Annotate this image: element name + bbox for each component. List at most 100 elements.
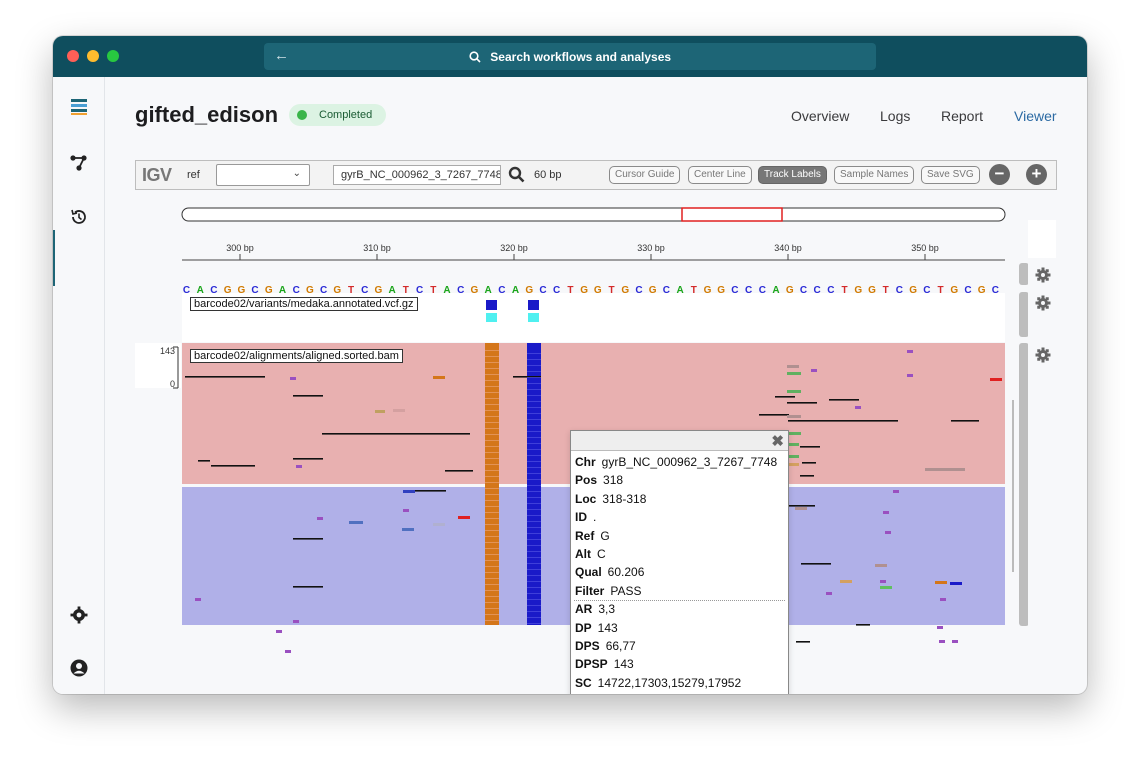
variant-marker[interactable] xyxy=(486,300,497,310)
read-stripe xyxy=(527,395,541,396)
read-mismatch xyxy=(403,490,415,493)
read-stripe xyxy=(527,365,541,366)
gear-icon[interactable] xyxy=(1035,347,1051,363)
genome-select[interactable]: ⌄ xyxy=(216,164,310,186)
read-segment xyxy=(796,641,810,643)
popup-value: 60.206 xyxy=(607,565,645,580)
tab-viewer[interactable]: Viewer xyxy=(1014,108,1057,124)
popup-key: SC xyxy=(575,675,592,690)
zoom-in-button[interactable]: + xyxy=(1026,164,1047,185)
gear-icon[interactable] xyxy=(1035,267,1051,283)
read-stripe xyxy=(527,371,541,372)
popup-row-dps: DPS 66,77 xyxy=(575,639,636,653)
popup-row-filter: Filter PASS xyxy=(575,584,641,598)
save-svg-button[interactable]: Save SVG xyxy=(921,166,980,184)
read-stripe xyxy=(485,446,499,447)
settings-gear-icon[interactable] xyxy=(69,605,89,625)
variant-genotype[interactable] xyxy=(528,313,539,322)
read-mismatch xyxy=(433,376,445,379)
read-stripe xyxy=(485,488,499,489)
igv-toolbar: IGV ref ⌄ gyrB_NC_000962_3_7267_7748 60 … xyxy=(135,160,1057,190)
minimize-window-button[interactable] xyxy=(87,50,99,62)
popup-value: G xyxy=(600,528,610,543)
read-segment xyxy=(185,376,265,378)
read-stripe xyxy=(485,584,499,585)
read-mismatch xyxy=(375,410,385,413)
read-stripe xyxy=(485,374,499,375)
gear-icon[interactable] xyxy=(1035,295,1051,311)
read-stripe xyxy=(527,437,541,438)
locus-input[interactable]: gyrB_NC_000962_3_7267_7748 xyxy=(333,165,501,185)
read-stripe xyxy=(527,509,541,510)
user-account-icon[interactable] xyxy=(69,658,89,678)
read-segment xyxy=(801,563,831,565)
variant-marker[interactable] xyxy=(528,300,539,310)
read-stripe xyxy=(485,368,499,369)
sidebar xyxy=(53,77,105,694)
ruler-tick-label: 310 bp xyxy=(363,243,391,253)
read-mismatch xyxy=(907,374,913,377)
chromosome-ideogram[interactable] xyxy=(181,207,1006,222)
read-mismatch xyxy=(925,468,965,471)
read-stripe xyxy=(527,353,541,354)
cursor-guide-button[interactable]: Cursor Guide xyxy=(609,166,681,184)
read-mismatch xyxy=(349,521,363,524)
search-bar[interactable]: ← Search workflows and analyses xyxy=(264,43,876,70)
read-stripe xyxy=(527,557,541,558)
read-stripe xyxy=(485,548,499,549)
read-stripe xyxy=(485,380,499,381)
app-logo-icon[interactable] xyxy=(69,97,89,117)
read-stripe xyxy=(527,443,541,444)
popup-key: Pos xyxy=(575,473,598,488)
sample-names-button[interactable]: Sample Names xyxy=(834,166,915,184)
close-icon[interactable]: ✖ xyxy=(771,432,784,450)
read-stripe xyxy=(485,434,499,435)
snp-column xyxy=(527,343,541,625)
read-stripe xyxy=(527,479,541,480)
chevron-down-icon: ⌄ xyxy=(292,168,301,179)
search-icon xyxy=(469,51,481,63)
popup-value: gyrB_NC_000962_3_7267_7748 xyxy=(601,455,778,469)
popup-key: DP xyxy=(575,620,592,635)
read-mismatch xyxy=(935,581,947,584)
read-mismatch xyxy=(990,378,1002,381)
search-icon[interactable] xyxy=(508,166,525,183)
status-dot-icon xyxy=(297,110,307,120)
workflows-icon[interactable] xyxy=(69,153,89,173)
read-stripe xyxy=(485,392,499,393)
close-window-button[interactable] xyxy=(67,50,79,62)
read-mismatch xyxy=(826,592,832,595)
read-mismatch xyxy=(940,598,946,601)
popup-key: Chr xyxy=(575,455,596,469)
ruler-tick-label: 340 bp xyxy=(774,243,802,253)
read-stripe xyxy=(485,494,499,495)
read-stripe xyxy=(527,587,541,588)
zoom-out-button[interactable]: − xyxy=(989,164,1010,185)
tab-report[interactable]: Report xyxy=(941,108,983,124)
tab-logs[interactable]: Logs xyxy=(880,108,910,124)
tab-overview[interactable]: Overview xyxy=(791,108,849,124)
read-stripe xyxy=(527,419,541,420)
variant-genotype[interactable] xyxy=(486,313,497,322)
history-icon[interactable] xyxy=(69,207,89,227)
read-stripe xyxy=(485,608,499,609)
read-mismatch xyxy=(795,507,807,510)
track-labels-button[interactable]: Track Labels xyxy=(758,166,827,184)
read-stripe xyxy=(485,464,499,465)
read-stripe xyxy=(527,515,541,516)
popup-row-qual: Qual 60.206 xyxy=(575,565,644,579)
read-stripe xyxy=(527,455,541,456)
read-stripe xyxy=(485,596,499,597)
ruler-tick-label: 350 bp xyxy=(911,243,939,253)
read-stripe xyxy=(527,473,541,474)
center-line-button[interactable]: Center Line xyxy=(688,166,752,184)
read-segment xyxy=(788,420,898,422)
read-segment xyxy=(787,402,817,404)
read-stripe xyxy=(527,533,541,534)
read-mismatch xyxy=(811,369,817,372)
ruler-tick-label: 300 bp xyxy=(226,243,254,253)
read-mismatch xyxy=(293,620,299,623)
read-stripe xyxy=(485,470,499,471)
indel-column xyxy=(485,343,499,625)
maximize-window-button[interactable] xyxy=(107,50,119,62)
